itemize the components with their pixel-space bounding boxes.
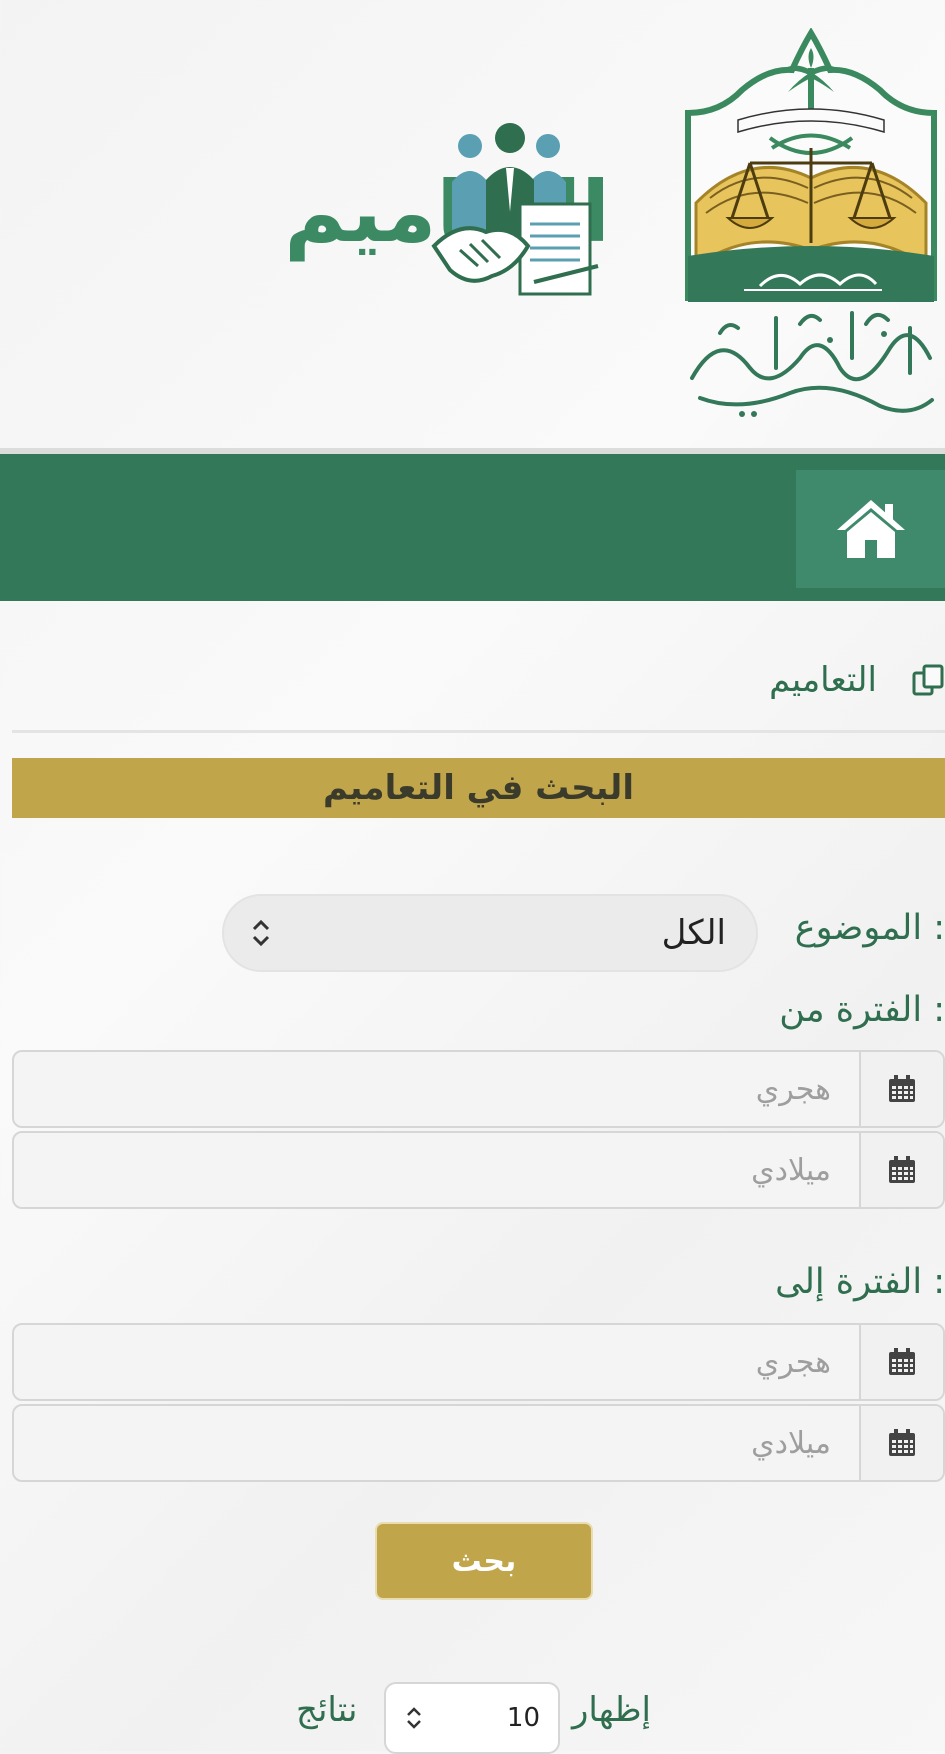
show-prefix-label: إظهار: [572, 1690, 651, 1730]
calendar-icon: [889, 1156, 915, 1183]
to-gregorian-date-field: [12, 1404, 945, 1482]
circulars-banner-logo: التعاميم: [30, 120, 610, 310]
page-size-value: 10: [506, 1703, 540, 1733]
handshake-people-icon: [431, 123, 599, 296]
to-hijri-date-field: [12, 1323, 945, 1401]
home-button[interactable]: [796, 470, 945, 588]
subject-label: الموضوع :: [794, 908, 945, 948]
period-from-label: الفترة من :: [779, 990, 945, 1030]
to-hijri-date-input[interactable]: [14, 1325, 859, 1399]
search-banner-title: البحث في التعاميم: [323, 768, 634, 808]
search-banner: البحث في التعاميم: [12, 758, 945, 818]
page-size-select[interactable]: 10: [384, 1682, 560, 1754]
select-chevrons-icon: [252, 919, 270, 947]
from-gregorian-date-field: [12, 1131, 945, 1209]
calendar-icon: [889, 1075, 915, 1102]
from-hijri-calendar-button[interactable]: [859, 1052, 943, 1126]
select-chevrons-icon: [407, 1707, 421, 1729]
to-gregorian-calendar-button[interactable]: [859, 1406, 943, 1480]
to-gregorian-date-input[interactable]: [14, 1406, 859, 1480]
period-to-label: الفترة إلى :: [775, 1262, 945, 1302]
page-size-control: إظهار 10 نتائج: [290, 1682, 690, 1754]
section-header: التعاميم: [545, 650, 945, 710]
show-suffix-label: نتائج: [296, 1690, 358, 1730]
copy-icon: [912, 664, 944, 696]
home-icon: [836, 500, 905, 558]
search-button[interactable]: بحث: [375, 1522, 593, 1600]
subject-select[interactable]: الكل: [222, 894, 758, 972]
search-button-label: بحث: [451, 1543, 517, 1579]
section-title: التعاميم: [769, 660, 877, 700]
to-hijri-calendar-button[interactable]: [859, 1325, 943, 1399]
from-hijri-date-input[interactable]: [14, 1052, 859, 1126]
ministry-emblem-logo: [685, 28, 937, 417]
calendar-icon: [889, 1429, 915, 1456]
subject-select-value: الكل: [661, 913, 726, 953]
from-gregorian-calendar-button[interactable]: [859, 1133, 943, 1207]
calendar-icon: [889, 1348, 915, 1375]
section-divider: [12, 730, 945, 733]
from-hijri-date-field: [12, 1050, 945, 1128]
page-header: التعاميم: [0, 0, 945, 450]
from-gregorian-date-input[interactable]: [14, 1133, 859, 1207]
